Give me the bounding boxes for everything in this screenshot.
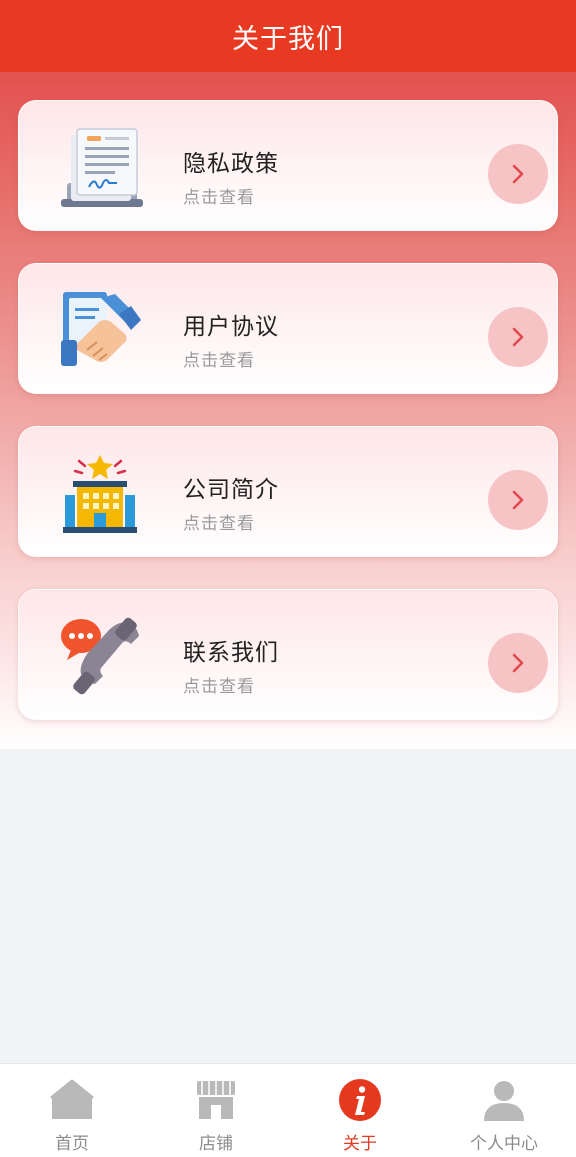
card-company-profile[interactable]: 公司简介 点击查看	[18, 426, 558, 557]
bottom-tab-bar: 首页 店铺 关于 个人中心	[0, 1063, 576, 1157]
card-list: 隐私政策 点击查看 用户协议 点击查看 公司简介 点击查看 联系我们 点击查看	[18, 100, 558, 752]
chevron-right-icon	[512, 653, 524, 673]
card-privacy-policy[interactable]: 隐私政策 点击查看	[18, 100, 558, 231]
arrow-button[interactable]	[488, 633, 548, 693]
company-building-icon	[63, 455, 137, 533]
arrow-button[interactable]	[488, 307, 548, 367]
store-icon	[197, 1081, 235, 1119]
tab-label: 首页	[55, 1134, 89, 1154]
tab-label: 个人中心	[470, 1134, 538, 1154]
tab-label: 关于	[343, 1134, 377, 1154]
card-title: 用户协议	[183, 314, 279, 340]
header-bar: 关于我们	[0, 0, 576, 72]
card-title: 公司简介	[183, 477, 279, 503]
chevron-right-icon	[512, 164, 524, 184]
user-icon	[484, 1081, 524, 1121]
tab-profile[interactable]: 个人中心	[432, 1064, 576, 1157]
card-title: 隐私政策	[183, 151, 279, 177]
info-icon	[339, 1079, 381, 1121]
card-title: 联系我们	[183, 640, 279, 666]
handshake-agreement-icon	[61, 292, 141, 366]
tab-about[interactable]: 关于	[288, 1064, 432, 1157]
card-user-agreement[interactable]: 用户协议 点击查看	[18, 263, 558, 394]
tab-label: 店铺	[199, 1134, 233, 1154]
phone-chat-icon	[61, 617, 139, 695]
tab-home[interactable]: 首页	[0, 1064, 144, 1157]
chevron-right-icon	[512, 490, 524, 510]
arrow-button[interactable]	[488, 470, 548, 530]
card-contact-us[interactable]: 联系我们 点击查看	[18, 589, 558, 720]
home-icon	[50, 1079, 94, 1119]
card-subtitle: 点击查看	[183, 188, 255, 208]
arrow-button[interactable]	[488, 144, 548, 204]
card-subtitle: 点击查看	[183, 351, 255, 371]
document-signature-icon	[61, 128, 143, 207]
page-title: 关于我们	[232, 23, 344, 55]
card-subtitle: 点击查看	[183, 514, 255, 534]
card-subtitle: 点击查看	[183, 677, 255, 697]
tab-store[interactable]: 店铺	[144, 1064, 288, 1157]
chevron-right-icon	[512, 327, 524, 347]
about-page: 关于我们 隐私政策 点击查看 用户协议 点击查看 公司简介 点击查看 联系我们 …	[0, 0, 576, 1157]
